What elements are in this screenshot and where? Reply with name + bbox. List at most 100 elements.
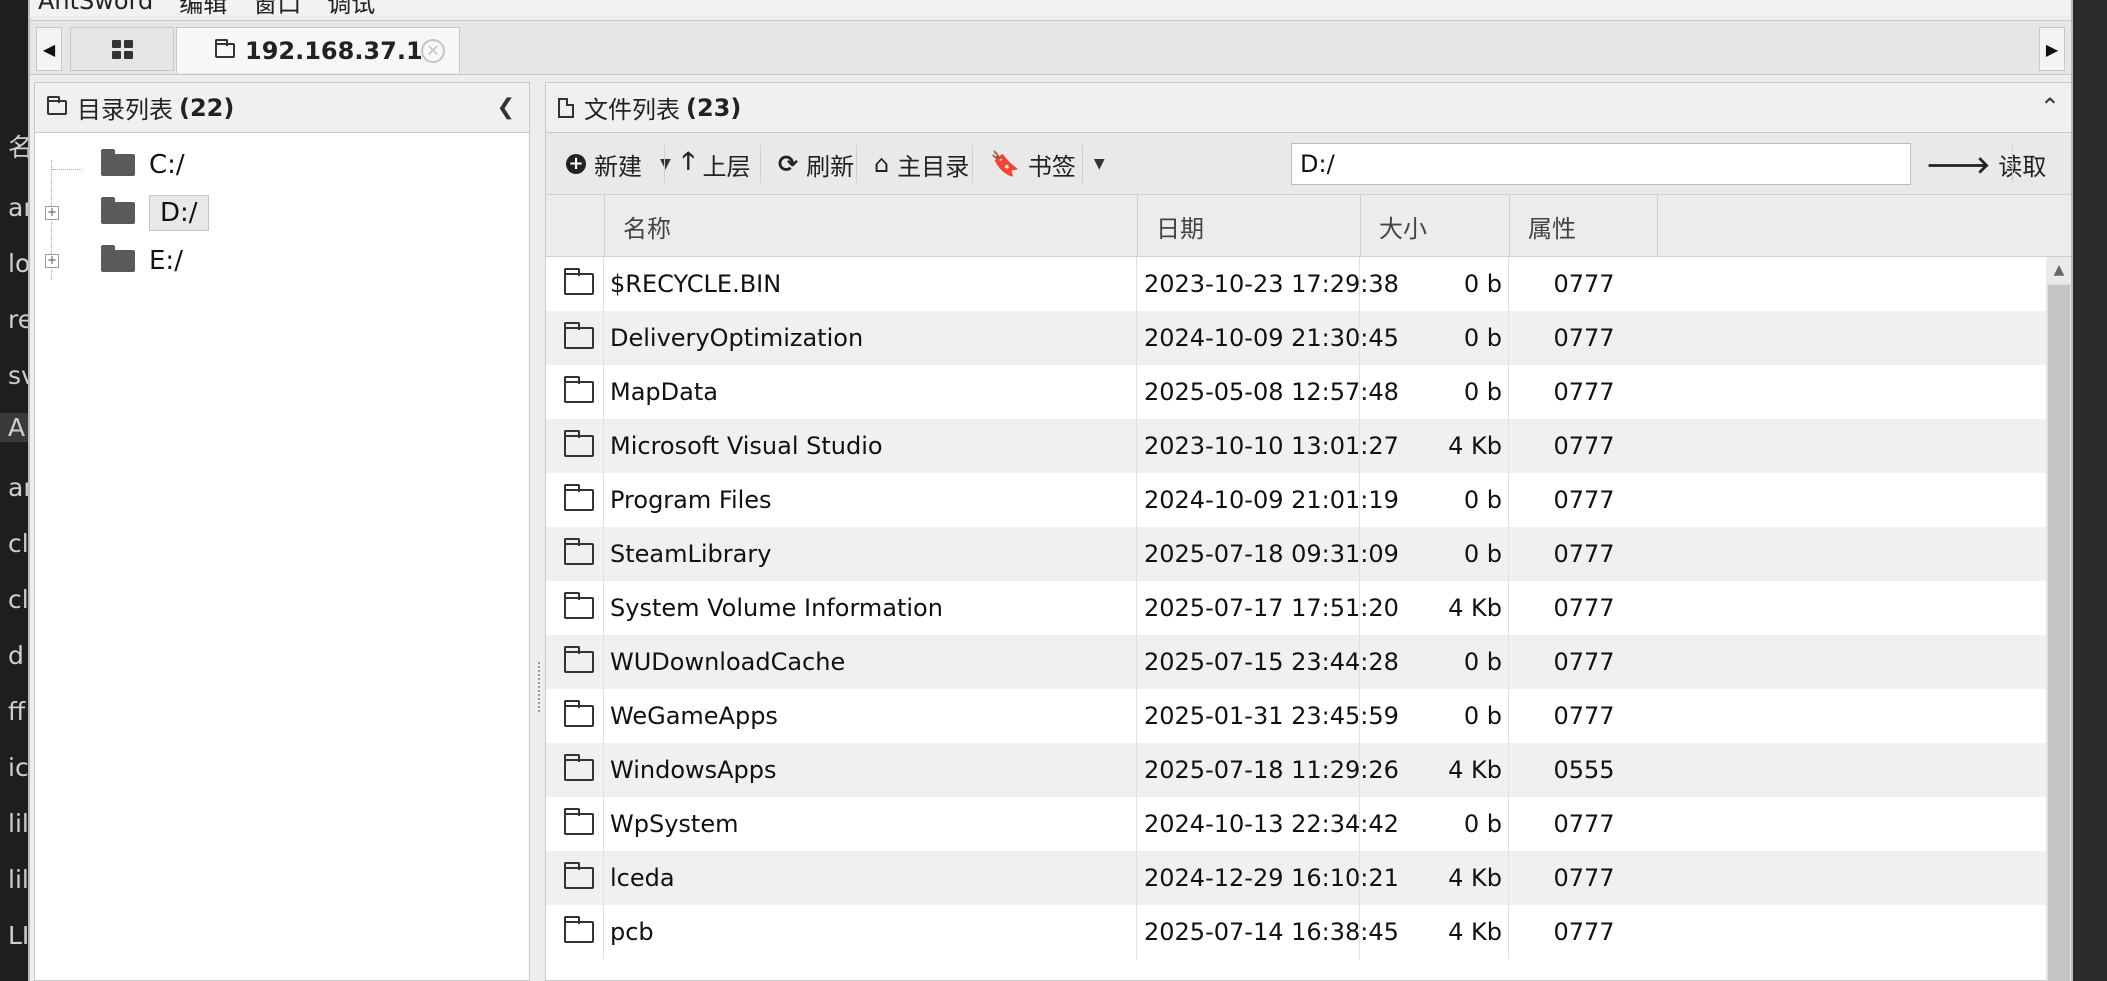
directory-count: (22) xyxy=(179,93,235,122)
column-divider xyxy=(1136,689,1137,743)
column-divider xyxy=(1136,743,1137,797)
background-text: ic xyxy=(8,753,29,782)
background-text: sv xyxy=(8,361,30,390)
collapse-up-icon[interactable]: ⌃ xyxy=(2040,93,2060,121)
table-row[interactable]: System Volume Information 2025-07-17 17:5… xyxy=(546,581,2071,635)
table-row[interactable]: MapData 2025-05-08 12:57:48 0 b 0777 xyxy=(546,365,2071,419)
home-dir-button[interactable]: ⌂ 主目录 xyxy=(874,143,969,185)
bookmark-icon: 🔖 xyxy=(990,150,1020,178)
column-divider xyxy=(1136,581,1137,635)
column-date-label: 日期 xyxy=(1156,214,1204,243)
scroll-up-icon[interactable]: ▲ xyxy=(2046,257,2071,283)
tree-item-c-drive[interactable]: C:/ xyxy=(35,141,529,189)
row-attr: 0777 xyxy=(1553,594,1615,622)
table-row[interactable]: WpSystem 2024-10-13 22:34:42 0 b 0777 xyxy=(546,797,2071,851)
table-row[interactable]: SteamLibrary 2025-07-18 09:31:09 0 b 0777 xyxy=(546,527,2071,581)
refresh-button[interactable]: ⟳ 刷新 xyxy=(778,143,854,185)
tab-home[interactable] xyxy=(70,27,174,71)
bookmark-label: 书签 xyxy=(1027,152,1076,181)
new-button[interactable]: + 新建 ▼ xyxy=(566,143,671,185)
toolbar-divider xyxy=(760,145,761,183)
column-divider xyxy=(1136,257,1137,311)
tab-shell-session[interactable]: 192.168.37.1 ✕ xyxy=(176,27,460,73)
table-row[interactable]: Program Files 2024-10-09 21:01:19 0 b 0777 xyxy=(546,473,2071,527)
home-icon: ⌂ xyxy=(874,150,890,178)
row-attr: 0777 xyxy=(1553,378,1615,406)
table-row[interactable]: lceda 2024-12-29 16:10:21 4 Kb 0777 xyxy=(546,851,2071,905)
column-divider xyxy=(1136,797,1137,851)
toolbar-divider xyxy=(1082,145,1083,183)
folder-icon xyxy=(47,96,67,115)
column-header-name[interactable]: 名称 xyxy=(604,195,1137,257)
splitter-grip[interactable] xyxy=(538,662,540,712)
up-level-button[interactable]: 🡑 上层 xyxy=(682,143,750,185)
file-panel-header: 文件列表 (23) ⌃ xyxy=(546,83,2071,133)
column-divider xyxy=(1136,527,1137,581)
column-header-date[interactable]: 日期 xyxy=(1137,195,1360,257)
column-divider xyxy=(1508,689,1509,743)
background-text: lil xyxy=(8,865,29,894)
scrollbar-thumb[interactable] xyxy=(2048,285,2070,981)
expand-icon[interactable]: + xyxy=(45,254,59,268)
row-name: MapData xyxy=(610,378,718,406)
arrow-right-icon: 🡒 xyxy=(1926,150,1991,179)
table-row[interactable]: WeGameApps 2025-01-31 23:45:59 0 b 0777 xyxy=(546,689,2071,743)
tab-scroll-left-button[interactable]: ◀ xyxy=(36,27,62,71)
table-row[interactable]: Microsoft Visual Studio 2023-10-10 13:01:… xyxy=(546,419,2071,473)
tree-item-label: C:/ xyxy=(149,150,185,180)
row-attr: 0555 xyxy=(1553,756,1615,784)
row-attr: 0777 xyxy=(1553,702,1615,730)
menubar: AntSword 编辑 窗口 调试 xyxy=(30,0,2071,19)
column-header-size[interactable]: 大小 xyxy=(1360,195,1509,257)
table-row[interactable]: WindowsApps 2025-07-18 11:29:26 4 Kb 0555 xyxy=(546,743,2071,797)
path-input[interactable] xyxy=(1291,143,1911,185)
menu-item-debug[interactable]: 调试 xyxy=(327,0,375,19)
folder-icon xyxy=(215,39,235,58)
background-text: ff xyxy=(8,697,26,726)
folder-icon xyxy=(101,197,135,224)
table-row[interactable]: WUDownloadCache 2025-07-15 23:44:28 0 b 077… xyxy=(546,635,2071,689)
column-divider xyxy=(1508,743,1509,797)
row-size: 0 b xyxy=(1463,702,1502,730)
tree-item-e-drive[interactable]: + E:/ xyxy=(35,237,529,285)
table-row[interactable]: $RECYCLE.BIN 2023-10-23 17:29:38 0 b 0777 xyxy=(546,257,2071,311)
tab-scroll-right-button[interactable]: ▶ xyxy=(2039,27,2065,71)
column-divider xyxy=(1508,797,1509,851)
new-button-label: 新建 xyxy=(594,152,642,181)
expand-icon[interactable]: + xyxy=(45,206,59,220)
toolbar-divider xyxy=(2012,145,2013,183)
folder-icon xyxy=(564,473,604,527)
background-text: A xyxy=(0,413,30,442)
bookmark-button[interactable]: 🔖 书签 ▼ xyxy=(990,143,1105,185)
row-size: 4 Kb xyxy=(1448,432,1502,460)
tree-item-label: D:/ xyxy=(149,195,209,231)
folder-icon xyxy=(564,365,604,419)
tree-item-d-drive[interactable]: + D:/ xyxy=(35,189,529,237)
panel-splitter[interactable] xyxy=(534,82,544,981)
read-button[interactable]: 🡒 读取 xyxy=(1926,143,2046,185)
file-count: (23) xyxy=(686,93,742,122)
background-text: 名称 xyxy=(8,133,30,162)
row-name: WeGameApps xyxy=(610,702,778,730)
folder-icon xyxy=(564,311,604,365)
tab-title: 192.168.37.1 xyxy=(245,36,423,65)
chevron-down-icon: ▼ xyxy=(660,156,671,172)
background-text: lil xyxy=(8,809,29,838)
row-size: 4 Kb xyxy=(1448,756,1502,784)
folder-icon xyxy=(564,527,604,581)
collapse-left-icon[interactable]: ❮ xyxy=(497,95,515,120)
menu-item-app[interactable]: AntSword xyxy=(38,0,153,15)
background-text: d xyxy=(8,641,24,670)
column-header-attr[interactable]: 属性 xyxy=(1509,195,1658,257)
folder-icon xyxy=(101,149,135,176)
menu-item-edit[interactable]: 编辑 xyxy=(179,0,227,19)
folder-icon xyxy=(564,797,604,851)
vertical-scrollbar[interactable]: ▲ xyxy=(2046,257,2071,981)
table-row[interactable]: pcb 2025-07-14 16:38:45 4 Kb 0777 xyxy=(546,905,2071,959)
menu-item-window[interactable]: 窗口 xyxy=(253,0,301,19)
close-icon[interactable]: ✕ xyxy=(421,39,445,63)
table-row[interactable]: DeliveryOptimization 2024-10-09 21:30:45 0… xyxy=(546,311,2071,365)
background-text: ar xyxy=(8,473,30,502)
directory-tree: C:/ + D:/ + E:/ xyxy=(35,133,529,285)
row-name: pcb xyxy=(610,918,654,946)
